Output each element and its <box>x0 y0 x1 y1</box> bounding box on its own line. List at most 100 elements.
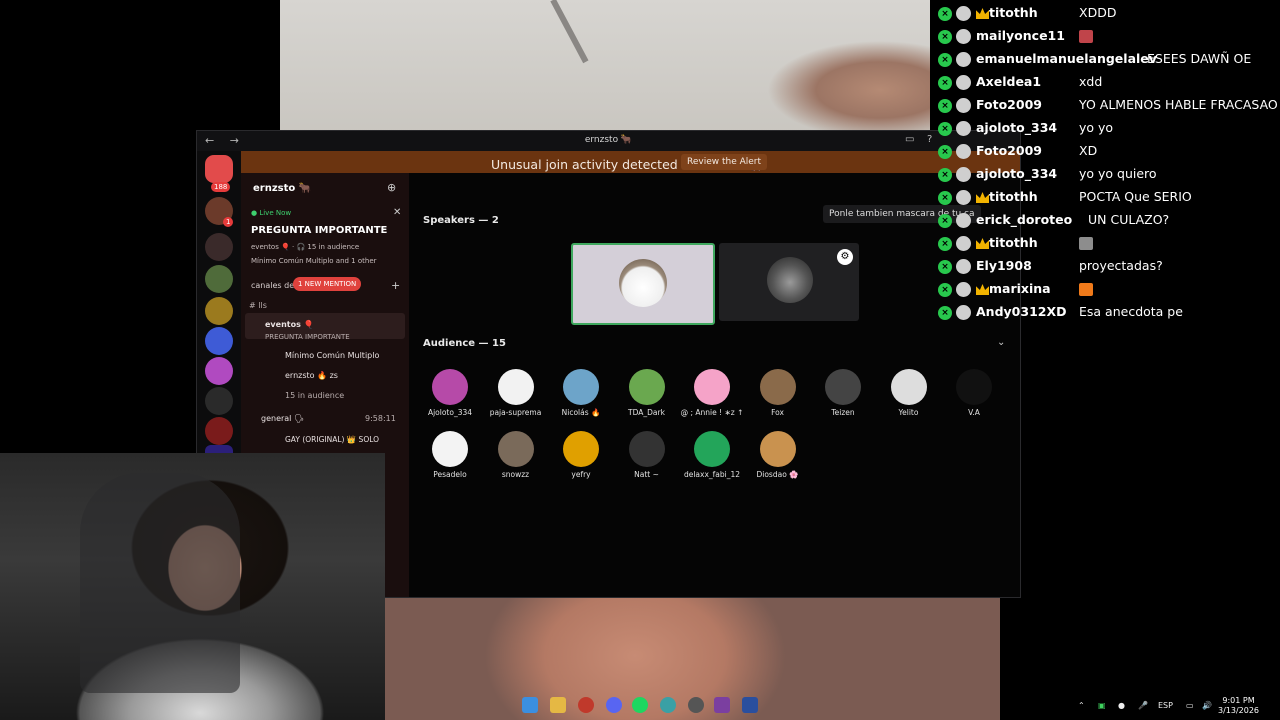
chat-text: yo yo <box>1079 120 1114 135</box>
tray-app-icon[interactable]: ● <box>1118 701 1125 710</box>
server-name[interactable]: ernzsto 🐂 <box>253 183 311 194</box>
moderator-icon[interactable]: × <box>938 214 952 228</box>
moderator-icon[interactable]: × <box>938 53 952 67</box>
file-explorer-icon[interactable] <box>550 697 566 713</box>
chat-username[interactable]: Axeldea1 <box>976 74 1041 89</box>
speaker-tile[interactable]: ⚙ <box>719 243 859 321</box>
chat-username[interactable]: titothh <box>989 5 1038 20</box>
chat-username[interactable]: ajoloto_334 <box>976 166 1057 181</box>
microphone-icon[interactable]: 🎤 <box>1138 701 1148 710</box>
server-icon[interactable] <box>205 297 233 325</box>
live-stage-card[interactable]: ● Live Now ✕ PREGUNTA IMPORTANTE eventos… <box>247 203 405 271</box>
new-mention-pill[interactable]: 1 NEW MENTION <box>293 277 362 291</box>
audience-member[interactable]: TDA_Dark <box>614 369 680 417</box>
moderator-icon[interactable]: × <box>938 145 952 159</box>
audience-member[interactable]: @ ; Annie ! ∗z ↑ <box>679 369 745 417</box>
channel-item[interactable]: eventos 🎈 <box>265 320 314 329</box>
audience-name: Yelito <box>898 408 919 417</box>
chat-username[interactable]: erick_doroteo <box>976 212 1072 227</box>
chat-username[interactable]: Foto2009 <box>976 97 1042 112</box>
close-icon[interactable]: ✕ <box>393 207 401 218</box>
language-indicator[interactable]: ESP <box>1158 701 1173 710</box>
discord-home-icon[interactable] <box>205 155 233 183</box>
server-icon[interactable] <box>205 265 233 293</box>
audience-member[interactable]: V.A <box>941 369 1007 417</box>
voice-user[interactable]: ernzsto 🔥 zs <box>285 371 338 380</box>
live-subtitle: eventos 🎈 · 🎧 15 in audience <box>251 243 360 251</box>
server-icon[interactable] <box>205 417 233 445</box>
opera-gx-icon[interactable] <box>578 697 594 713</box>
chat-username[interactable]: ajoloto_334 <box>976 120 1057 135</box>
audience-member[interactable]: Pesadelo <box>417 431 483 479</box>
chat-text: xdd <box>1079 74 1103 89</box>
moderator-icon[interactable]: × <box>938 30 952 44</box>
moderator-icon[interactable]: × <box>938 260 952 274</box>
avatar <box>890 369 927 405</box>
audience-member[interactable]: Fox <box>745 369 811 417</box>
moderator-icon[interactable]: × <box>938 7 952 21</box>
audience-member[interactable]: Yelito <box>876 369 942 417</box>
server-icon[interactable] <box>205 357 233 385</box>
moderator-icon[interactable]: × <box>938 99 952 113</box>
tray-app-icon[interactable]: ▣ <box>1098 701 1106 710</box>
add-channel-icon[interactable]: + <box>391 279 400 292</box>
clock[interactable]: 9:01 PM 3/13/2026 <box>1218 696 1259 716</box>
voice-user[interactable]: Mínimo Común Multiplo <box>285 351 379 360</box>
chat-username[interactable]: Andy0312XD <box>976 304 1066 319</box>
discord-icon[interactable] <box>606 697 622 713</box>
windows-start-icon[interactable] <box>522 697 538 713</box>
moderator-icon[interactable]: × <box>938 191 952 205</box>
chat-username[interactable]: titothh <box>989 235 1038 250</box>
speaker-tile[interactable] <box>571 243 715 325</box>
server-icon[interactable] <box>205 233 233 261</box>
chat-username[interactable]: Ely1908 <box>976 258 1032 273</box>
audience-member[interactable]: Natt ~ <box>614 431 680 479</box>
browser-icon[interactable] <box>660 697 676 713</box>
audience-member[interactable]: Teizen <box>810 369 876 417</box>
photoshop-icon[interactable] <box>742 697 758 713</box>
chevron-up-icon[interactable]: ⌃ <box>1078 701 1085 710</box>
chevron-down-icon[interactable]: ⌄ <box>997 337 1005 348</box>
chat-username[interactable]: titothh <box>989 189 1038 204</box>
moderator-icon[interactable]: × <box>938 283 952 297</box>
server-icon[interactable] <box>205 327 233 355</box>
category-label[interactable]: canales de <box>251 281 294 290</box>
channel-item[interactable]: # lls <box>249 301 267 310</box>
audience-member[interactable]: Diosdao 🌸 <box>745 431 811 479</box>
avatar <box>628 369 665 405</box>
chat-username[interactable]: Foto2009 <box>976 143 1042 158</box>
inbox-icon[interactable]: ▭ <box>905 134 914 145</box>
chat-text: Esa anecdota pe <box>1079 304 1183 319</box>
live-now-tag: ● Live Now <box>251 209 292 217</box>
moderator-icon[interactable]: × <box>938 76 952 90</box>
app-icon[interactable] <box>714 697 730 713</box>
add-member-icon[interactable]: ⊕ <box>387 181 396 194</box>
server-icon[interactable] <box>205 387 233 415</box>
chat-username[interactable]: marixina <box>989 281 1051 296</box>
audience-member[interactable]: delaxx_fabi_12 <box>679 431 745 479</box>
speakers-title: Speakers — 2 <box>423 215 499 226</box>
gaming-chair <box>80 473 240 693</box>
audience-name: Ajoloto_334 <box>427 408 473 417</box>
chat-username[interactable]: emanuelmanuelangelalev <box>976 51 1157 66</box>
spotify-icon[interactable] <box>632 697 648 713</box>
audience-member[interactable]: paja-suprema <box>483 369 549 417</box>
volume-icon[interactable]: 🔊 <box>1202 701 1212 710</box>
network-icon[interactable]: ▭ <box>1186 701 1194 710</box>
audience-member[interactable]: Ajoloto_334 <box>417 369 483 417</box>
moderator-icon[interactable]: × <box>938 168 952 182</box>
audience-member[interactable]: Nicolás 🔥 <box>548 369 614 417</box>
settings-icon[interactable]: ⚙ <box>837 249 853 265</box>
audience-count[interactable]: 15 in audience <box>285 391 344 400</box>
audience-member[interactable]: yefry <box>548 431 614 479</box>
moderator-icon[interactable]: × <box>938 306 952 320</box>
obs-icon[interactable] <box>688 697 704 713</box>
chat-username[interactable]: mailyonce11 <box>976 28 1065 43</box>
moderator-icon[interactable]: × <box>938 122 952 136</box>
voice-user[interactable]: GAY (ORIGINAL) 👑 SOLO <box>285 435 379 444</box>
channel-item[interactable]: general 🗣 <box>261 414 304 423</box>
crown-icon <box>976 192 989 203</box>
audience-member[interactable]: snowzz <box>483 431 549 479</box>
review-alert-button[interactable]: Review the Alert <box>681 154 768 170</box>
moderator-icon[interactable]: × <box>938 237 952 251</box>
